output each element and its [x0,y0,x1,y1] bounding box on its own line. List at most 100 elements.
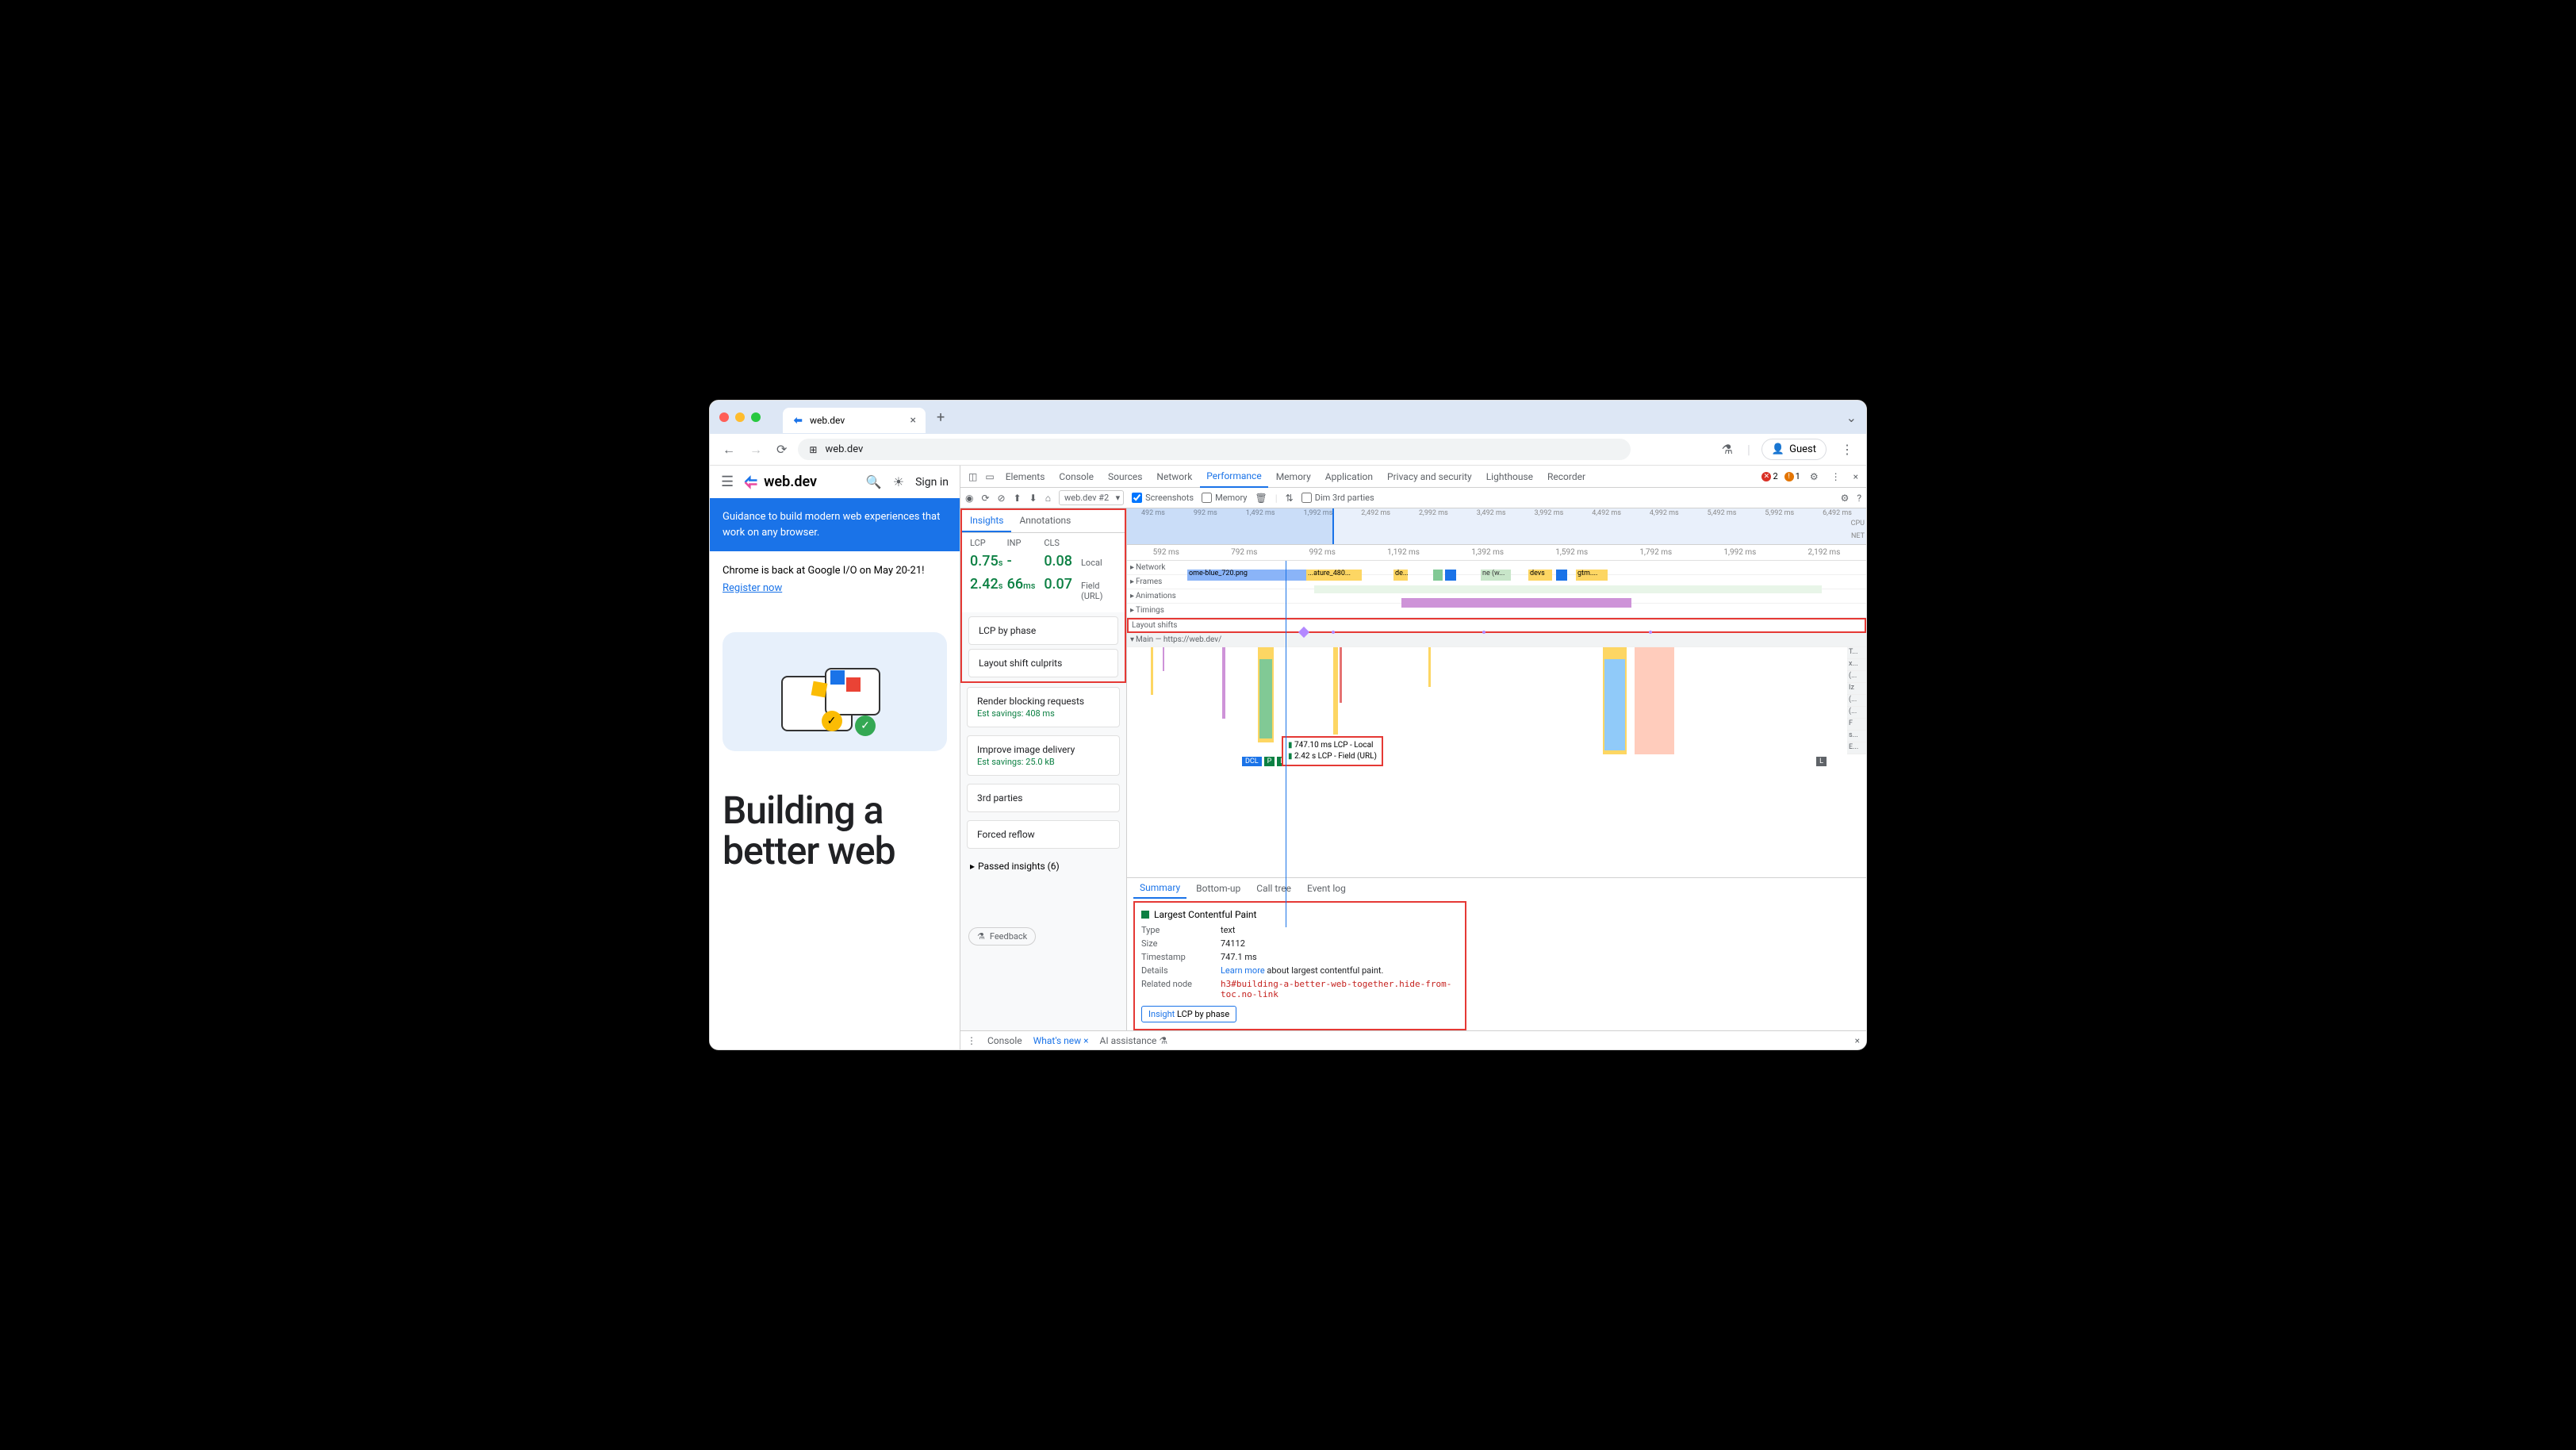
back-button[interactable]: ← [719,439,738,461]
tabs-menu-icon[interactable]: ⌄ [1846,410,1857,425]
drawer-ai[interactable]: AI assistance ⚗ [1100,1035,1168,1046]
screenshots-checkbox[interactable]: Screenshots [1132,493,1194,503]
forward-button[interactable]: → [746,439,765,461]
close-window[interactable] [719,412,729,422]
drawer-whatsnew[interactable]: What's new × [1033,1035,1089,1046]
site-logo[interactable]: web.dev [743,474,817,490]
dim-3rd-checkbox[interactable]: Dim 3rd parties [1301,493,1374,503]
close-devtools-icon[interactable]: × [1850,471,1861,482]
inspect-icon[interactable]: ◫ [965,471,980,482]
guest-label: Guest [1789,443,1816,455]
window-controls [719,412,761,422]
register-link[interactable]: Register now [723,582,782,594]
io-text: Chrome is back at Google I/O on May 20-2… [723,565,924,577]
insight-lcp-phase[interactable]: LCP by phase [968,616,1118,645]
close-drawer-icon[interactable]: × [1855,1035,1860,1046]
tab-network[interactable]: Network [1150,466,1198,487]
tab-recorder[interactable]: Recorder [1541,466,1592,487]
calltree-tab[interactable]: Call tree [1250,879,1298,898]
reload-button[interactable]: ⟳ [773,439,790,460]
gc-icon[interactable]: 🗑 [1255,493,1267,504]
inp-local: - [1007,553,1045,570]
device-icon[interactable]: ▭ [982,471,997,482]
warning-count[interactable]: !1 [1784,471,1800,481]
more-icon[interactable]: ⋮ [1828,471,1844,482]
sign-in-link[interactable]: Sign in [915,476,949,489]
performance-toolbar: ◉ ⟳ ⊘ ⬆ ⬇ ⌂ web.dev #2 Screenshots Memor… [960,488,1866,508]
tab-memory[interactable]: Memory [1270,466,1317,487]
dcl-marker[interactable]: DCL [1242,757,1262,766]
p-marker[interactable]: P [1264,757,1275,766]
address-bar[interactable]: ⊞ web.dev [798,439,1631,460]
home-icon[interactable]: ⌂ [1045,493,1051,504]
menu-icon[interactable]: ☰ [721,474,734,490]
insight-3rd-parties[interactable]: 3rd parties [967,784,1120,812]
related-node[interactable]: h3#building-a-better-web-together.hide-f… [1221,979,1459,999]
logo-text: web.dev [764,474,817,490]
tab-application[interactable]: Application [1319,466,1379,487]
bottomup-tab[interactable]: Bottom-up [1190,879,1247,898]
drawer-menu-icon[interactable]: ⋮ [967,1035,976,1046]
cls-local: 0.08 [1044,553,1081,570]
record-icon[interactable]: ◉ [965,493,973,504]
labs-icon[interactable]: ⚗ [1719,439,1736,460]
minimize-window[interactable] [735,412,745,422]
feedback-button[interactable]: ⚗ Feedback [968,927,1036,946]
eventlog-tab[interactable]: Event log [1301,879,1352,898]
drawer-console[interactable]: Console [987,1035,1022,1046]
minimap[interactable]: 492 ms 992 ms 1,492 ms 1,992 ms 2,492 ms… [1127,508,1866,545]
tab-performance[interactable]: Performance [1200,466,1267,488]
core-web-vitals: LCP INP CLS 0.75s - 0.08 Local 2.42s 66m… [962,533,1125,612]
tab-console[interactable]: Console [1052,466,1100,487]
url-bar: ← → ⟳ ⊞ web.dev ⚗ | 👤 Guest ⋮ [710,434,1866,466]
profile-button[interactable]: 👤 Guest [1761,439,1827,460]
chrome-menu-icon[interactable]: ⋮ [1838,439,1857,460]
reload-record-icon[interactable]: ⟳ [981,493,989,504]
tab-elements[interactable]: Elements [999,466,1052,487]
error-count[interactable]: ✕2 [1761,471,1777,481]
settings-icon[interactable]: ⚙ [1807,471,1822,482]
search-icon[interactable]: 🔍 [866,474,882,489]
insight-cls-culprits[interactable]: Layout shift culprits [968,649,1118,677]
passed-insights[interactable]: ▸ Passed insights (6) [960,853,1126,880]
recording-select[interactable]: web.dev #2 [1059,490,1124,505]
io-banner: Chrome is back at Google I/O on May 20-2… [710,551,960,608]
tab-privacy[interactable]: Privacy and security [1381,466,1478,487]
devtools-drawer: ⋮ Console What's new × AI assistance ⚗ × [960,1030,1866,1049]
insights-tab[interactable]: Insights [962,510,1011,532]
maximize-window[interactable] [751,412,761,422]
annotations-tab[interactable]: Annotations [1011,510,1079,532]
summary-tab[interactable]: Summary [1133,878,1186,899]
memory-checkbox[interactable]: Memory [1202,493,1247,503]
main-track-header[interactable]: ▾ Main — https://web.dev/ [1127,633,1866,647]
lcp-local: 0.75s [970,553,1007,570]
tab-lighthouse[interactable]: Lighthouse [1480,466,1539,487]
layout-shifts-track[interactable]: Layout shifts [1127,618,1866,633]
insight-render-blocking[interactable]: Render blocking requests Est savings: 40… [967,687,1120,727]
new-tab-button[interactable]: + [932,409,949,426]
learn-more-link[interactable]: Learn more [1221,965,1265,976]
flame-chart[interactable]: T... x... (... Iz (... (... F s... E... [1127,647,1866,766]
network-track[interactable]: ▸ Network ome-blue_720.png ...ature_480.… [1127,561,1866,575]
site-settings-icon[interactable]: ⊞ [809,444,817,455]
browser-tab[interactable]: web.dev × [783,408,926,433]
help-icon[interactable]: ? [1857,493,1861,504]
theme-icon[interactable]: ☀ [893,474,904,489]
performance-timeline[interactable]: 492 ms 992 ms 1,492 ms 1,992 ms 2,492 ms… [1127,508,1866,1030]
l-marker[interactable]: L [1816,757,1827,766]
perf-settings-icon[interactable]: ⚙ [1841,493,1850,504]
download-icon[interactable]: ⬇ [1029,493,1037,504]
clear-icon[interactable]: ⊘ [998,493,1006,504]
insight-forced-reflow[interactable]: Forced reflow [967,820,1120,849]
close-tab-icon[interactable]: × [910,414,916,427]
tab-sources[interactable]: Sources [1102,466,1148,487]
ruler[interactable]: 592 ms 792 ms 992 ms 1,192 ms 1,392 ms 1… [1127,545,1866,561]
page-content: ☰ web.dev 🔍 ☀ Sign in Guidance to build … [710,466,960,1049]
filter-icon[interactable]: ⇅ [1286,493,1294,504]
promo-banner: Guidance to build modern web experiences… [710,498,960,551]
guest-icon: 👤 [1772,443,1784,455]
insight-image-delivery[interactable]: Improve image delivery Est savings: 25.0… [967,735,1120,776]
hero-illustration: ✓✓ [723,632,947,751]
insight-lcp-phase-button[interactable]: Insight LCP by phase [1141,1006,1236,1022]
upload-icon[interactable]: ⬆ [1014,493,1022,504]
